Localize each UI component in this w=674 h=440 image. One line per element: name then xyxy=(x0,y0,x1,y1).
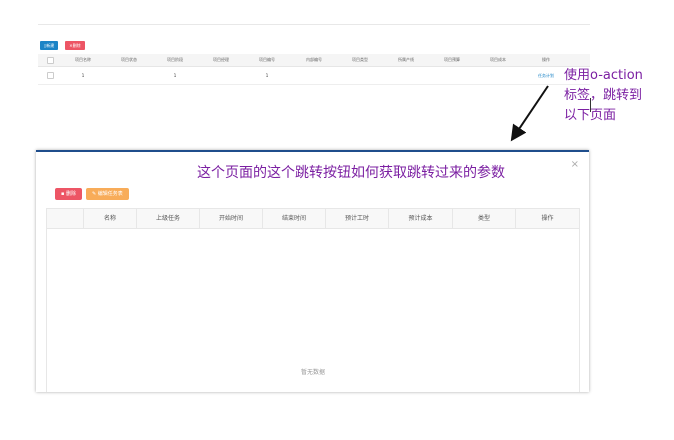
column-header: 预计工时 xyxy=(325,209,388,228)
modal-delete-button[interactable]: ▪ 删除 xyxy=(55,188,82,200)
empty-state-text: 暂无数据 xyxy=(300,369,325,376)
task-modal: × ▪ 删除 ✎ 编辑任务表 名称 上级任务 开始时间 结束时间 预计工时 预计… xyxy=(36,150,589,392)
column-header: 开始时间 xyxy=(199,209,262,228)
column-header: 预计成本 xyxy=(388,209,452,228)
edit-task-list-button[interactable]: ✎ 编辑任务表 xyxy=(86,188,129,200)
column-header: 名称 xyxy=(83,209,136,228)
question-annotation: 这个页面的这个跳转按钮如何获取跳转过来的参数 xyxy=(197,165,505,181)
task-grid: 名称 上级任务 开始时间 结束时间 预计工时 预计成本 类型 操作 暂无数据 xyxy=(46,208,580,392)
grid-header: 名称 上级任务 开始时间 结束时间 预计工时 预计成本 类型 操作 xyxy=(47,209,579,229)
column-header: 类型 xyxy=(452,209,515,228)
modal-toolbar: ▪ 删除 ✎ 编辑任务表 xyxy=(55,188,129,200)
column-header: 操作 xyxy=(515,209,579,228)
column-header: 上级任务 xyxy=(136,209,199,228)
trash-icon: ▪ xyxy=(61,191,65,197)
column-header: 结束时间 xyxy=(262,209,325,228)
edit-icon: ✎ xyxy=(92,191,97,197)
close-icon[interactable]: × xyxy=(571,160,579,170)
arrow-down-left xyxy=(510,85,549,142)
